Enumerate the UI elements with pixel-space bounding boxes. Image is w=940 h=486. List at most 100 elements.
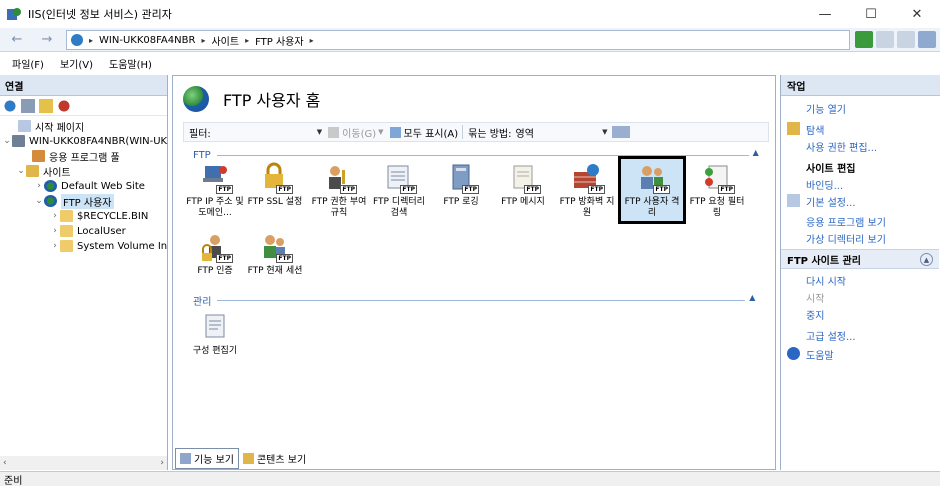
home-icon[interactable] <box>897 31 915 48</box>
scroll-right-icon[interactable]: › <box>160 458 164 468</box>
status-text: 준비 <box>4 475 23 486</box>
action-advanced-settings[interactable]: 고급 설정... <box>806 328 856 343</box>
menu-file[interactable]: 파일(F) <box>4 56 52 71</box>
action-view-virtual-directories[interactable]: 가상 디렉터리 보기 <box>806 231 886 246</box>
globe-icon <box>44 180 57 192</box>
action-start: 시작 <box>806 294 825 305</box>
folder-icon <box>60 240 73 252</box>
action-explore[interactable]: 탐색 <box>806 122 824 137</box>
close-button[interactable]: ✕ <box>894 0 940 28</box>
menu-view[interactable]: 보기(V) <box>52 56 101 71</box>
tab-features-view[interactable]: 기능 보기 <box>175 447 239 469</box>
title-bar: IIS(인터넷 정보 서비스) 관리자 — ☐ ✕ <box>0 0 940 28</box>
menu-help[interactable]: 도움말(H) <box>101 56 160 71</box>
feature-directory-browsing[interactable]: FTP FTP 디렉터리 검색 <box>369 162 429 219</box>
address-breadcrumb[interactable]: ▸ WIN-UKK08FA4NBR ▸ 사이트 ▸ FTP 사용자 ▸ <box>66 30 850 50</box>
breadcrumb-separator: ▸ <box>201 35 206 45</box>
tree-item-system-volume[interactable]: › System Volume In <box>50 238 167 254</box>
chevron-down-icon[interactable]: ▼ <box>317 128 322 136</box>
horizontal-scrollbar[interactable]: ‹ › <box>0 456 167 470</box>
tree-item-ftp-site[interactable]: ⌄ FTP 사용자 <box>34 193 114 209</box>
expand-icon[interactable]: › <box>50 241 60 251</box>
funnel-icon <box>328 126 340 138</box>
breadcrumb-sites[interactable]: 사이트 <box>211 33 239 48</box>
minimize-button[interactable]: — <box>802 0 848 28</box>
user-isolation-icon: FTP <box>636 162 670 194</box>
authorization-icon: FTP <box>323 162 357 194</box>
action-basic-settings[interactable]: 기본 설정... <box>806 194 856 209</box>
maximize-button[interactable]: ☐ <box>848 0 894 28</box>
tree-item-default-web-site[interactable]: › Default Web Site <box>34 178 145 194</box>
action-restart[interactable]: 다시 시작 <box>806 273 846 288</box>
sites-folder-icon <box>26 165 39 177</box>
breadcrumb-separator: ▸ <box>245 35 250 45</box>
expand-icon[interactable]: › <box>50 226 60 236</box>
tree-item-app-pools[interactable]: 응용 프로그램 풀 <box>22 148 120 164</box>
ftp-site-manage-header[interactable]: FTP 사이트 관리 ▲ <box>781 249 939 269</box>
tree-item-start-page[interactable]: 시작 페이지 <box>8 118 84 134</box>
group-by-select[interactable]: 영역 ▼ <box>516 125 608 140</box>
feature-logging[interactable]: FTP FTP 로깅 <box>431 162 491 208</box>
action-bindings[interactable]: 바인딩... <box>806 177 843 192</box>
help-icon[interactable] <box>918 31 936 48</box>
feature-ssl[interactable]: FTP FTP SSL 설정 <box>245 162 305 208</box>
connect-icon[interactable] <box>3 98 17 113</box>
feature-user-isolation[interactable]: FTP FTP 사용자 격리 <box>618 156 686 224</box>
collapse-icon[interactable]: ▲ <box>749 293 755 302</box>
breadcrumb-server[interactable]: WIN-UKK08FA4NBR <box>99 35 195 46</box>
stop-icon[interactable] <box>876 31 894 48</box>
forward-button[interactable]: → <box>36 30 58 50</box>
back-arrow-icon: ← <box>11 32 23 47</box>
tree-item-server[interactable]: ⌄ WIN-UKK08FA4NBR(WIN-UK <box>2 133 167 149</box>
filter-input[interactable] <box>215 125 315 139</box>
feature-request-filtering[interactable]: FTP FTP 요청 필터링 <box>687 162 747 219</box>
expand-icon[interactable]: ⌄ <box>16 166 26 176</box>
tree-item-sites[interactable]: ⌄ 사이트 <box>16 163 71 179</box>
connect-icon[interactable] <box>855 31 873 48</box>
disconnect-icon[interactable] <box>57 98 71 113</box>
feature-config-editor[interactable]: 구성 편집기 <box>185 311 245 357</box>
action-edit-permissions[interactable]: 사용 권한 편집... <box>806 139 877 154</box>
action-stop[interactable]: 중지 <box>806 307 824 322</box>
group-header-management[interactable]: 관리 ▲ <box>193 293 755 308</box>
tree-item-localuser[interactable]: › LocalUser <box>50 223 126 239</box>
view-tabs: 기능 보기 콘텐츠 보기 <box>175 447 310 469</box>
window-title: IIS(인터넷 정보 서비스) 관리자 <box>28 8 172 21</box>
chevron-down-icon: ▼ <box>378 128 384 136</box>
expand-icon[interactable]: ⌄ <box>2 136 12 146</box>
feature-firewall[interactable]: FTP FTP 방화벽 지원 <box>557 162 617 219</box>
feature-current-sessions[interactable]: FTP FTP 현재 세션 <box>245 231 305 277</box>
action-open-feature[interactable]: 기능 열기 <box>806 101 846 116</box>
scroll-left-icon[interactable]: ‹ <box>3 458 7 468</box>
show-all-button[interactable]: 모두 표시(A) <box>389 125 458 140</box>
features-view-icon <box>180 452 191 464</box>
explore-icon <box>787 122 800 135</box>
breadcrumb-separator: ▸ <box>309 35 314 45</box>
feature-messages[interactable]: FTP FTP 메시지 <box>493 162 553 208</box>
expand-icon[interactable]: › <box>50 211 60 221</box>
expand-icon[interactable]: ⌄ <box>34 196 44 206</box>
collapse-icon[interactable]: ▲ <box>920 253 933 266</box>
expand-icon[interactable]: › <box>34 181 44 191</box>
actions-panel: 작업 기능 열기 탐색 사용 권한 편집... 사이트 편집 바인딩... 기본… <box>780 75 940 470</box>
page-title: FTP 사용자 홈 <box>223 91 321 110</box>
group-by-label: 묶는 방법: <box>468 128 512 140</box>
collapse-icon[interactable]: ▲ <box>753 148 759 157</box>
breadcrumb-ftp-site[interactable]: FTP 사용자 <box>255 33 304 48</box>
help-icon <box>787 347 800 360</box>
status-bar: 준비 <box>0 471 940 486</box>
action-view-applications[interactable]: 응용 프로그램 보기 <box>806 214 886 229</box>
view-mode-icon[interactable] <box>611 126 630 138</box>
back-button[interactable]: ← <box>6 30 28 50</box>
tree-item-recycle-bin[interactable]: › $RECYCLE.BIN <box>50 208 148 224</box>
feature-ip-domain[interactable]: FTP FTP IP 주소 및 도메인... <box>185 162 245 219</box>
iis-app-icon <box>6 6 22 22</box>
up-folder-icon[interactable] <box>39 98 53 113</box>
tab-content-view[interactable]: 콘텐츠 보기 <box>239 449 310 468</box>
save-icon[interactable] <box>21 98 35 113</box>
go-button[interactable]: 이동(G) <box>328 125 376 140</box>
feature-authentication[interactable]: FTP FTP 인증 <box>185 231 245 277</box>
firewall-icon: FTP <box>571 162 605 194</box>
feature-authorization[interactable]: FTP FTP 권한 부여 규칙 <box>309 162 369 219</box>
action-help[interactable]: 도움말 <box>806 347 834 362</box>
